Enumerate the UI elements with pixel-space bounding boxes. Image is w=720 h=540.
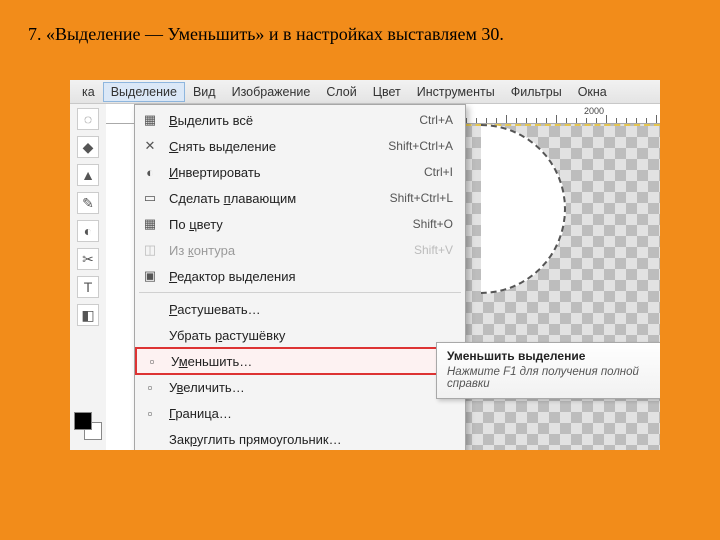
menu-item-label: Растушевать… xyxy=(169,302,445,317)
tool-icon[interactable]: ▲ xyxy=(77,164,99,186)
menu-item-icon: ◫ xyxy=(139,242,161,258)
menu-item-shortcut: Shift+Ctrl+L xyxy=(390,191,453,205)
menu-item-label: Выделить всё xyxy=(169,113,411,128)
instruction-caption: 7. «Выделение — Уменьшить» и в настройка… xyxy=(28,24,504,45)
menu-item-shortcut: Shift+O xyxy=(413,217,453,231)
menu-item-shortcut: Shift+Ctrl+A xyxy=(388,139,453,153)
menu-item[interactable]: Закруглить прямоугольник… xyxy=(135,426,465,450)
menu-item-shortcut: Ctrl+A xyxy=(419,113,453,127)
screenshot-region: ка Выделение Вид Изображение Слой Цвет И… xyxy=(70,80,660,450)
menu-item-icon: ▦ xyxy=(139,112,161,128)
menu-item-tools[interactable]: Инструменты xyxy=(409,82,503,102)
menu-item-windows[interactable]: Окна xyxy=(570,82,615,102)
menu-item[interactable]: ▫ Увеличить… xyxy=(135,374,465,400)
menu-item-partial[interactable]: ка xyxy=(74,82,103,102)
menu-item-view[interactable]: Вид xyxy=(185,82,224,102)
menu-item-icon: ▫ xyxy=(141,354,163,369)
menu-item-icon: ▣ xyxy=(139,268,161,284)
menu-item[interactable]: Убрать растушёвку xyxy=(135,322,465,348)
menu-item[interactable]: ▦ Выделить всё Ctrl+A xyxy=(135,107,465,133)
tool-icon[interactable]: ◐ xyxy=(77,220,99,242)
menu-item[interactable]: ▣ Редактор выделения xyxy=(135,263,465,289)
workarea: ◌ ◆ ▲ ✎ ◐ ✂ T ◧ 2000 ▦Выделить всёCtrl+A… xyxy=(70,104,660,450)
tooltip: Уменьшить выделение Нажмите F1 для получ… xyxy=(436,342,660,399)
tool-icon[interactable]: ◧ xyxy=(77,304,99,326)
canvas-area: 2000 ▦Выделить всёCtrl+A✕Снять выделение… xyxy=(106,104,660,450)
menu-item[interactable]: ▫ Граница… xyxy=(135,400,465,426)
menu-item-selection[interactable]: Выделение xyxy=(103,82,185,102)
menu-item-label: Инвертировать xyxy=(169,165,416,180)
menu-item-shortcut: Ctrl+I xyxy=(424,165,453,179)
menu-item-label: Увеличить… xyxy=(169,380,445,395)
tooltip-title: Уменьшить выделение xyxy=(447,349,660,363)
menu-item[interactable]: ◐ Инвертировать Ctrl+I xyxy=(135,159,465,185)
menu-item-icon: ▫ xyxy=(139,380,161,395)
menu-item-label: Снять выделение xyxy=(169,139,380,154)
menu-item[interactable]: ▭ Сделать плавающим Shift+Ctrl+L xyxy=(135,185,465,211)
color-swatches[interactable] xyxy=(74,412,102,440)
toolbox: ◌ ◆ ▲ ✎ ◐ ✂ T ◧ xyxy=(70,104,106,450)
swatch-foreground[interactable] xyxy=(74,412,92,430)
menu-item-label: Граница… xyxy=(169,406,445,421)
menu-item[interactable]: ▫ Уменьшить… xyxy=(135,347,465,375)
menu-item-icon: ▫ xyxy=(139,406,161,421)
menu-item[interactable]: ✕ Снять выделение Shift+Ctrl+A xyxy=(135,133,465,159)
menu-item-label: Уменьшить… xyxy=(171,354,443,369)
menu-item-label: Редактор выделения xyxy=(169,269,445,284)
tool-icon[interactable]: ✎ xyxy=(77,192,99,214)
menu-item-icon: ▦ xyxy=(139,216,161,232)
menu-item-layer[interactable]: Слой xyxy=(318,82,364,102)
tool-icon[interactable]: T xyxy=(77,276,99,298)
tool-icon[interactable]: ✂ xyxy=(77,248,99,270)
selection-menu-dropdown: ▦ Выделить всё Ctrl+A ✕ Снять выделение Shift… xyxy=(134,104,466,450)
menu-item-filters[interactable]: Фильтры xyxy=(503,82,570,102)
menu-item[interactable]: ▦ По цвету Shift+O xyxy=(135,211,465,237)
menu-item-shortcut: Shift+V xyxy=(414,243,453,257)
menu-item-label: Убрать растушёвку xyxy=(169,328,445,343)
menu-item: ◫ Из контура Shift+V xyxy=(135,237,465,263)
menu-item-color[interactable]: Цвет xyxy=(365,82,409,102)
menu-item-icon: ◐ xyxy=(139,165,161,180)
menu-item[interactable]: Растушевать… xyxy=(135,296,465,322)
menu-item-icon: ✕ xyxy=(139,138,161,154)
tool-icon[interactable]: ◆ xyxy=(77,136,99,158)
tooltip-subtitle: Нажмите F1 для получения полной справки xyxy=(447,366,660,390)
tool-icon[interactable]: ◌ xyxy=(77,108,99,130)
menu-item-image[interactable]: Изображение xyxy=(224,82,319,102)
menu-item-label: По цвету xyxy=(169,217,405,232)
menubar: ка Выделение Вид Изображение Слой Цвет И… xyxy=(70,80,660,104)
menu-separator xyxy=(139,292,461,293)
menu-item-icon: ▭ xyxy=(139,190,161,206)
menu-item-label: Из контура xyxy=(169,243,406,258)
menu-item-label: Сделать плавающим xyxy=(169,191,382,206)
menu-item-label: Закруглить прямоугольник… xyxy=(169,432,445,447)
